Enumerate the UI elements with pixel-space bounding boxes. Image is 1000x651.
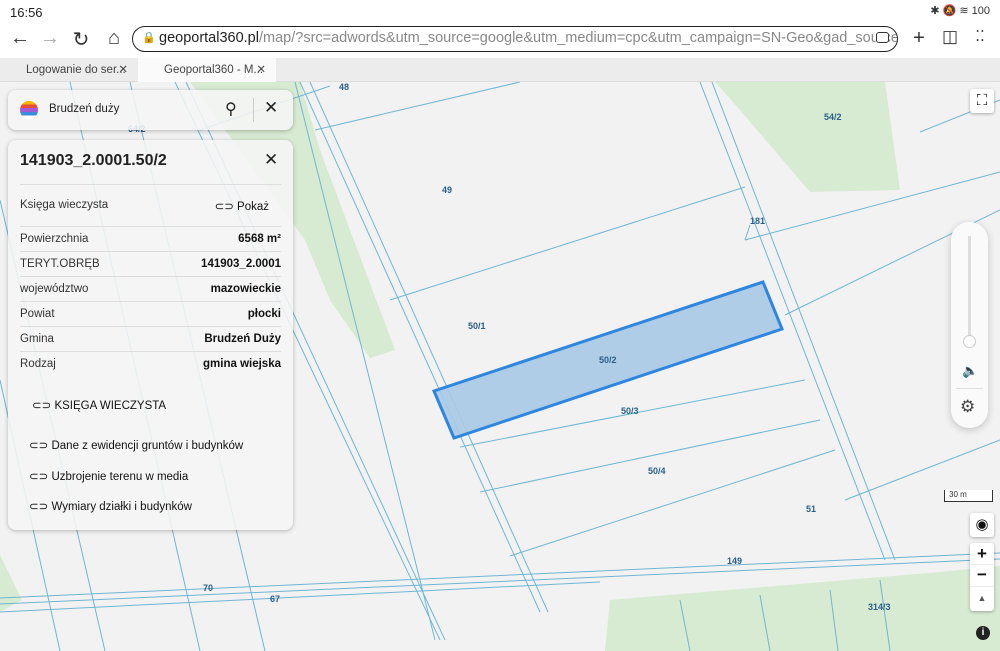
row-area: Powierzchnia 6568 m² [20,226,281,251]
row-county: Powiat płocki [20,301,281,326]
search-box[interactable]: Brudzeń duży ⚲ ✕ [8,90,293,130]
scale-bar: 30 m [944,490,993,502]
parcel-label: 49 [442,185,453,195]
tab-label: Logowanie do ser... [26,64,126,76]
settings-icon[interactable]: ⚙ [960,397,975,417]
divider [253,98,254,122]
zoom-out-icon[interactable]: − [970,565,994,587]
lock-icon: 🔒 [142,32,156,44]
back-icon[interactable]: ← [7,27,33,50]
divider [956,388,983,389]
geoportal-logo [20,101,38,119]
link-ewidencja[interactable]: ⊂⊃ Dane z ewidencji gruntów i budynków [29,438,243,452]
link-icon: ⊂⊃ [29,501,52,513]
parcel-label: 50/4 [648,466,666,476]
link-label: Dane z ewidencji gruntów i budynków [51,440,244,452]
compass-icon[interactable]: ▲ [970,587,994,609]
row-value: Brudzeń Duży [204,333,281,345]
parcel-label: 149 [727,556,743,566]
sidebar-icon[interactable]: ◫ [937,27,963,47]
parcel-label: 181 [750,216,766,226]
parcel-title: 141903_2.0001.50/2 [20,152,167,169]
row-value: 6568 m² [238,233,281,245]
row-commune: Gmina Brudzeń Duży [20,326,281,351]
row-key: Księga wieczysta [20,199,109,211]
link-uzbrojenie[interactable]: ⊂⊃ Uzbrojenie terenu w media [29,469,188,483]
kw-button[interactable]: ⊂⊃ KSIĘGA WIECZYSTA [32,398,166,412]
speaker-icon[interactable]: 🔈 [962,363,978,379]
parcel-label: 54/2 [824,112,842,122]
row-key: Powiat [20,308,55,320]
volume-handle[interactable] [963,335,976,348]
search-input[interactable]: Brudzeń duży [49,103,119,115]
row-key: Gmina [20,333,54,345]
row-key: TERYT.OBRĘB [20,258,100,270]
paperclip-icon: ⊂⊃ [214,201,238,213]
volume-panel: 🔈 ⚙ [951,222,988,428]
parcel-label: 50/2 [599,355,617,365]
row-value: 141903_2.0001 [201,258,281,270]
volume-slider[interactable] [968,236,971,346]
button-label: KSIĘGA WIECZYSTA [54,400,167,412]
row-key: Rodzaj [20,358,56,370]
search-icon[interactable]: ⚲ [225,99,237,119]
clear-search-icon[interactable]: ✕ [264,98,278,118]
reload-icon[interactable]: ↻ [68,27,94,52]
zoom-controls: + − ▲ [970,543,994,611]
link-label: Wymiary działki i budynków [51,501,192,513]
parcel-label: 51 [806,504,817,514]
fullscreen-icon[interactable]: ⛶ [970,89,994,113]
tab-switch-icon[interactable] [876,32,889,43]
tab-logowanie[interactable]: Logowanie do ser... ✕ [0,58,138,82]
parcel-info-panel: 141903_2.0001.50/2 ✕ Księga wieczysta ⊂⊃… [8,140,293,530]
row-value: mazowieckie [210,283,281,295]
link-icon: ⊂⊃ [29,471,52,483]
status-bar: 16:56 ✱ 🔕 ≋ 100 [0,0,1000,24]
parcel-label: 50/3 [621,406,639,416]
link-icon: ⊂⊃ [29,440,52,452]
close-tab-icon[interactable]: ✕ [256,58,266,82]
new-tab-icon[interactable]: + [906,27,932,50]
row-voivodeship: województwo mazowieckie [20,276,281,301]
home-icon[interactable]: ⌂ [101,27,127,50]
forward-icon[interactable]: → [37,27,63,50]
parcel-label: 314/3 [868,602,891,612]
parcel-label: 50/1 [468,321,486,331]
url-path: /map/?src=adwords&utm_source=google&utm_… [258,30,897,46]
address-bar[interactable]: 🔒 geoportal360.pl/map/?src=adwords&utm_s… [132,26,898,52]
row-key: Powierzchnia [20,233,89,245]
url-host: geoportal360.pl [159,30,259,46]
row-type: Rodzaj gmina wiejska [20,351,281,376]
link-label: Uzbrojenie terenu w media [51,471,189,483]
row-value: płocki [247,308,281,320]
close-tab-icon[interactable]: ✕ [118,58,128,82]
system-icons: ✱ 🔕 ≋ 100 [930,5,990,17]
clock: 16:56 [10,5,43,20]
locate-icon[interactable]: ◉ [970,513,994,537]
parcel-label: 70 [203,583,214,593]
close-panel-icon[interactable]: ✕ [264,150,278,170]
show-kw-link[interactable]: ⊂⊃ Pokaż [215,199,269,213]
row-teryt: TERYT.OBRĘB 141903_2.0001 [20,251,281,276]
parcel-label: 67 [270,594,281,604]
zoom-in-icon[interactable]: + [970,543,994,565]
tab-strip: Logowanie do ser... ✕ Geoportal360 - M...… [0,58,1000,82]
row-key: województwo [20,283,89,295]
row-value: gmina wiejska [203,358,281,370]
row-ksiega: Księga wieczysta ⊂⊃ Pokaż [20,184,281,226]
link-label: Pokaż [237,201,269,213]
parcel-label: 48 [339,82,350,92]
paperclip-icon: ⊂⊃ [32,400,55,412]
tab-geoportal[interactable]: Geoportal360 - M... ✕ [138,58,276,82]
tab-label: Geoportal360 - M... [164,64,264,76]
info-icon[interactable]: i [976,626,990,640]
link-wymiary[interactable]: ⊂⊃ Wymiary działki i budynków [29,499,192,513]
menu-icon[interactable]: ⁚⁚ [967,27,993,45]
browser-toolbar: ← → ↻ ⌂ 🔒 geoportal360.pl/map/?src=adwor… [0,24,1000,58]
